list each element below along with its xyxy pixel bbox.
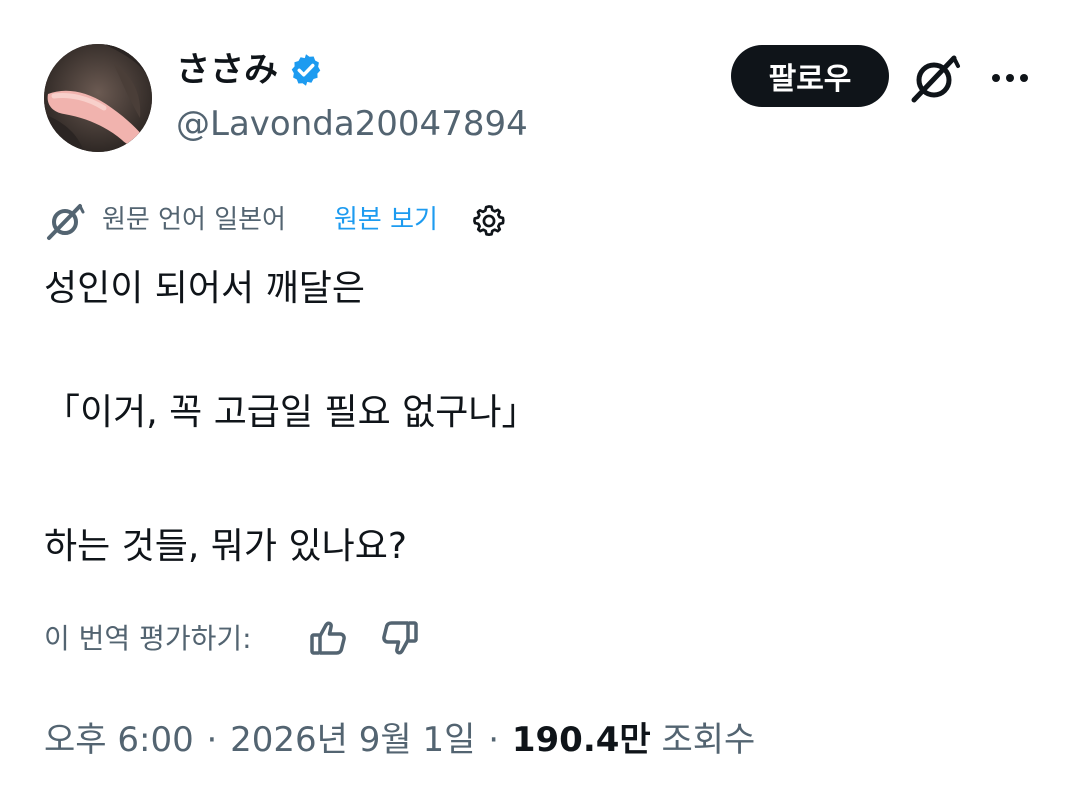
views-label: 조회수 bbox=[661, 720, 756, 760]
author-display-name[interactable]: ささみ bbox=[176, 46, 278, 94]
show-original-link[interactable]: 원본 보기 bbox=[334, 199, 438, 241]
tweet-text-line: 하는 것들, 뭐가 있나요? bbox=[44, 526, 407, 567]
thumbs-down-icon[interactable] bbox=[378, 616, 422, 660]
tweet-date[interactable]: 2026년 9월 1일 bbox=[230, 720, 475, 760]
more-horizontal-icon[interactable] bbox=[984, 58, 1036, 98]
avatar[interactable] bbox=[44, 44, 152, 152]
meta-separator: · bbox=[206, 720, 218, 760]
tweet-meta: 오후 6:00 · 2026년 9월 1일 · 190.4만 조회수 bbox=[44, 716, 755, 764]
rate-translation-label: 이 번역 평가하기: bbox=[44, 622, 252, 655]
verified-badge-icon bbox=[288, 52, 324, 88]
thumbs-up-icon[interactable] bbox=[306, 616, 350, 660]
tweet-text-line: 성인이 되어서 깨달은 bbox=[44, 268, 365, 309]
gear-icon[interactable] bbox=[470, 202, 508, 240]
translate-icon bbox=[44, 200, 86, 242]
author-handle[interactable]: @Lavonda20047894 bbox=[176, 100, 528, 148]
views-count[interactable]: 190.4만 bbox=[512, 720, 651, 760]
translation-notice: 원문 언어 일본어 bbox=[102, 205, 286, 235]
follow-button[interactable]: 팔로우 bbox=[731, 45, 889, 107]
tweet-text-line: 「이거, 꼭 고급일 필요 없구나」 bbox=[44, 392, 538, 433]
meta-separator: · bbox=[488, 720, 500, 760]
tweet-time[interactable]: 오후 6:00 bbox=[44, 720, 194, 760]
profile-photo bbox=[44, 44, 152, 152]
grok-icon[interactable] bbox=[908, 50, 964, 106]
